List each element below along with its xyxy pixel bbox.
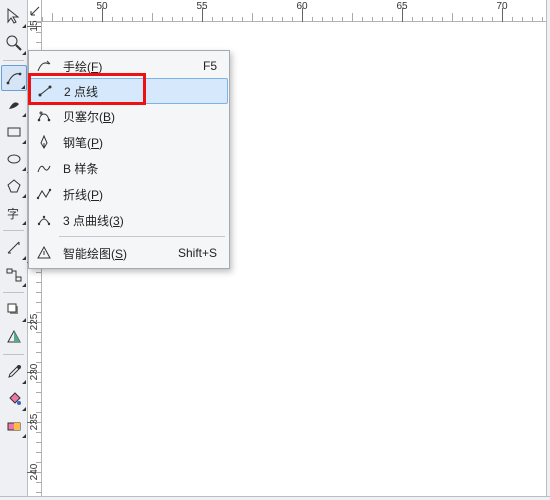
tool-eyedropper[interactable] [1,359,27,385]
tool-transparency[interactable] [1,324,27,350]
bezier-icon [31,108,57,124]
window-border-bottom [0,496,550,500]
ruler-origin-icon[interactable] [28,0,42,22]
tool-pick[interactable] [1,3,27,29]
curve-flyout-menu: 手绘(F) F5 2 点线 贝塞尔(B) 钢笔(P) B 样条 折线(P) [28,50,230,269]
menu-label: 3 点曲线(3) [57,212,217,229]
menu-item-3-point-curve[interactable]: 3 点曲线(3) [31,207,227,233]
tool-interactive-fill[interactable] [1,413,27,439]
app-root: 字 5055606570 152023225230235240 手绘(F) F5… [0,0,550,500]
two-point-line-icon [32,83,58,99]
ruler-tick-label: 50 [96,1,107,12]
menu-item-smart-drawing[interactable]: 智能绘图(S) Shift+S [31,240,227,266]
window-border-right [546,0,550,500]
menu-item-b-spline[interactable]: B 样条 [31,155,227,181]
menu-shortcut: F5 [203,59,227,73]
menu-item-bezier[interactable]: 贝塞尔(B) [31,103,227,129]
polyline-icon [31,186,57,202]
toolbox: 字 [0,0,28,500]
ruler-horizontal[interactable]: 50 55 60 65 70 [28,0,546,22]
menu-item-polyline[interactable]: 折线(P) [31,181,227,207]
three-point-curve-icon [31,212,57,228]
tool-ellipse[interactable] [1,146,27,172]
ruler-tick-label: 60 [296,1,307,12]
tool-fill[interactable] [1,386,27,412]
menu-label: 钢笔(P) [57,134,217,151]
menu-label: B 样条 [57,160,217,177]
menu-label: 智能绘图(S) [57,245,178,262]
menu-item-pen[interactable]: 钢笔(P) [31,129,227,155]
tool-rectangle[interactable] [1,119,27,145]
ruler-tick-label: 55 [196,1,207,12]
menu-label: 贝塞尔(B) [57,108,217,125]
tool-text[interactable]: 字 [1,200,27,226]
smart-drawing-icon [31,245,57,261]
tool-dimension[interactable] [1,235,27,261]
menu-shortcut: Shift+S [178,246,227,260]
menu-label: 2 点线 [58,83,217,100]
tool-artistic-media[interactable] [1,92,27,118]
menu-label: 折线(P) [57,186,217,203]
menu-separator [59,236,225,237]
menu-item-2-point-line[interactable]: 2 点线 [30,78,228,104]
pen-icon [31,134,57,150]
menu-label: 手绘(F) [57,58,203,75]
tool-connector[interactable] [1,262,27,288]
ruler-tick-label: 65 [396,1,407,12]
ruler-tick-label: 70 [496,1,507,12]
tool-curve-flyout[interactable] [1,65,27,91]
tool-polygon[interactable] [1,173,27,199]
tool-zoom[interactable] [1,30,27,56]
menu-item-freehand[interactable]: 手绘(F) F5 [31,53,227,79]
freehand-icon [31,58,57,74]
tool-drop-shadow[interactable] [1,297,27,323]
b-spline-icon [31,160,57,176]
svg-text:字: 字 [7,206,19,221]
